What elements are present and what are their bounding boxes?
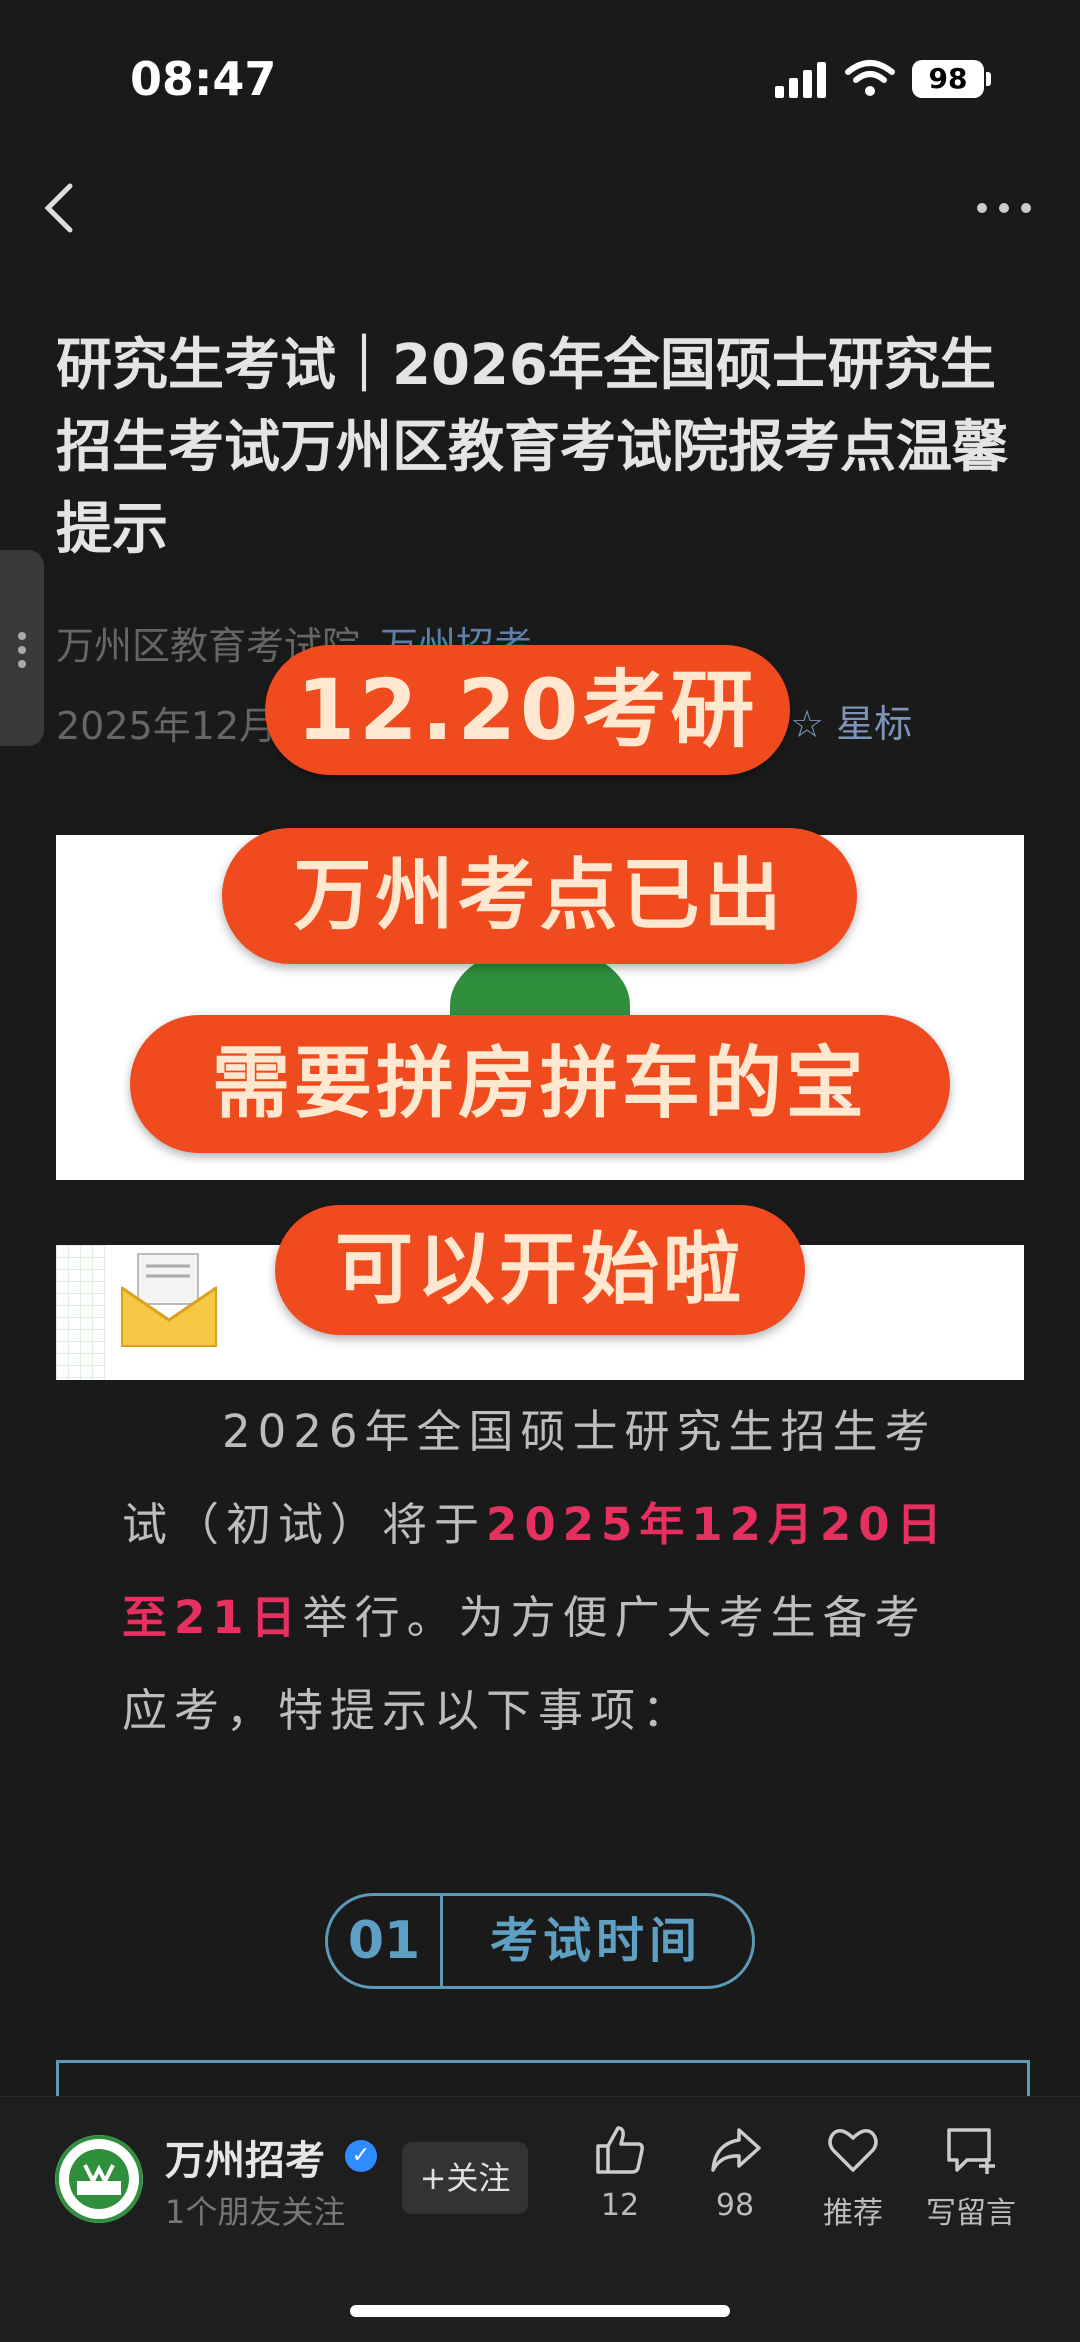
verified-icon: ✓: [345, 2140, 377, 2172]
share-count: 98: [715, 2188, 755, 2223]
caption-pill-3: 需要拼房拼车的宝: [130, 1015, 950, 1153]
section-heading: 01 考试时间: [325, 1893, 755, 1989]
envelope-icon: [121, 1253, 217, 1347]
like-count: 12: [600, 2188, 640, 2223]
more-options-icon[interactable]: [975, 195, 1035, 219]
caption-pill-4: 可以开始啦: [275, 1205, 805, 1335]
section-number: 01: [328, 1896, 443, 1986]
star-button[interactable]: ☆ 星标: [790, 693, 912, 748]
section-label: 考试时间: [489, 1913, 702, 1969]
grid-decoration: [56, 1245, 106, 1380]
side-drawer-handle[interactable]: [0, 550, 44, 746]
friends-following: 1个朋友关注: [165, 2193, 346, 2231]
caption-pill-1: 12.20考研: [265, 645, 790, 775]
battery-indicator: 98: [912, 60, 984, 98]
back-icon[interactable]: [40, 180, 80, 236]
article-title: 研究生考试｜2026年全国硕士研究生招生考试万州区教育考试院报考点温馨提示: [56, 333, 1008, 562]
account-name[interactable]: 万州招考: [165, 2128, 325, 2186]
home-indicator[interactable]: [350, 2305, 730, 2317]
battery-tip: [986, 72, 991, 86]
caption-pill-2: 万州考点已出: [222, 828, 857, 964]
recommend-label: 推荐: [823, 2196, 883, 2231]
article-paragraph: 2026年全国硕士研究生招生考试（初试）将于2025年12月20日至21日举行。…: [122, 1385, 962, 1757]
comment-button[interactable]: 写留言: [926, 2122, 1016, 2232]
follow-button[interactable]: +关注: [402, 2142, 528, 2214]
wifi-icon: [845, 60, 895, 96]
comment-icon: [947, 2128, 995, 2174]
recommend-button[interactable]: 推荐: [808, 2122, 898, 2232]
thumbs-up-icon: [596, 2126, 644, 2174]
signal-icon: [775, 58, 827, 98]
share-icon: [711, 2128, 761, 2172]
share-button[interactable]: 98: [690, 2122, 780, 2223]
comment-label: 写留言: [926, 2196, 1016, 2231]
heart-icon: [828, 2129, 878, 2172]
account-avatar[interactable]: [55, 2135, 143, 2223]
like-button[interactable]: 12: [575, 2122, 665, 2223]
status-time: 08:47: [130, 52, 277, 106]
article-date: 2025年12月: [56, 704, 278, 748]
